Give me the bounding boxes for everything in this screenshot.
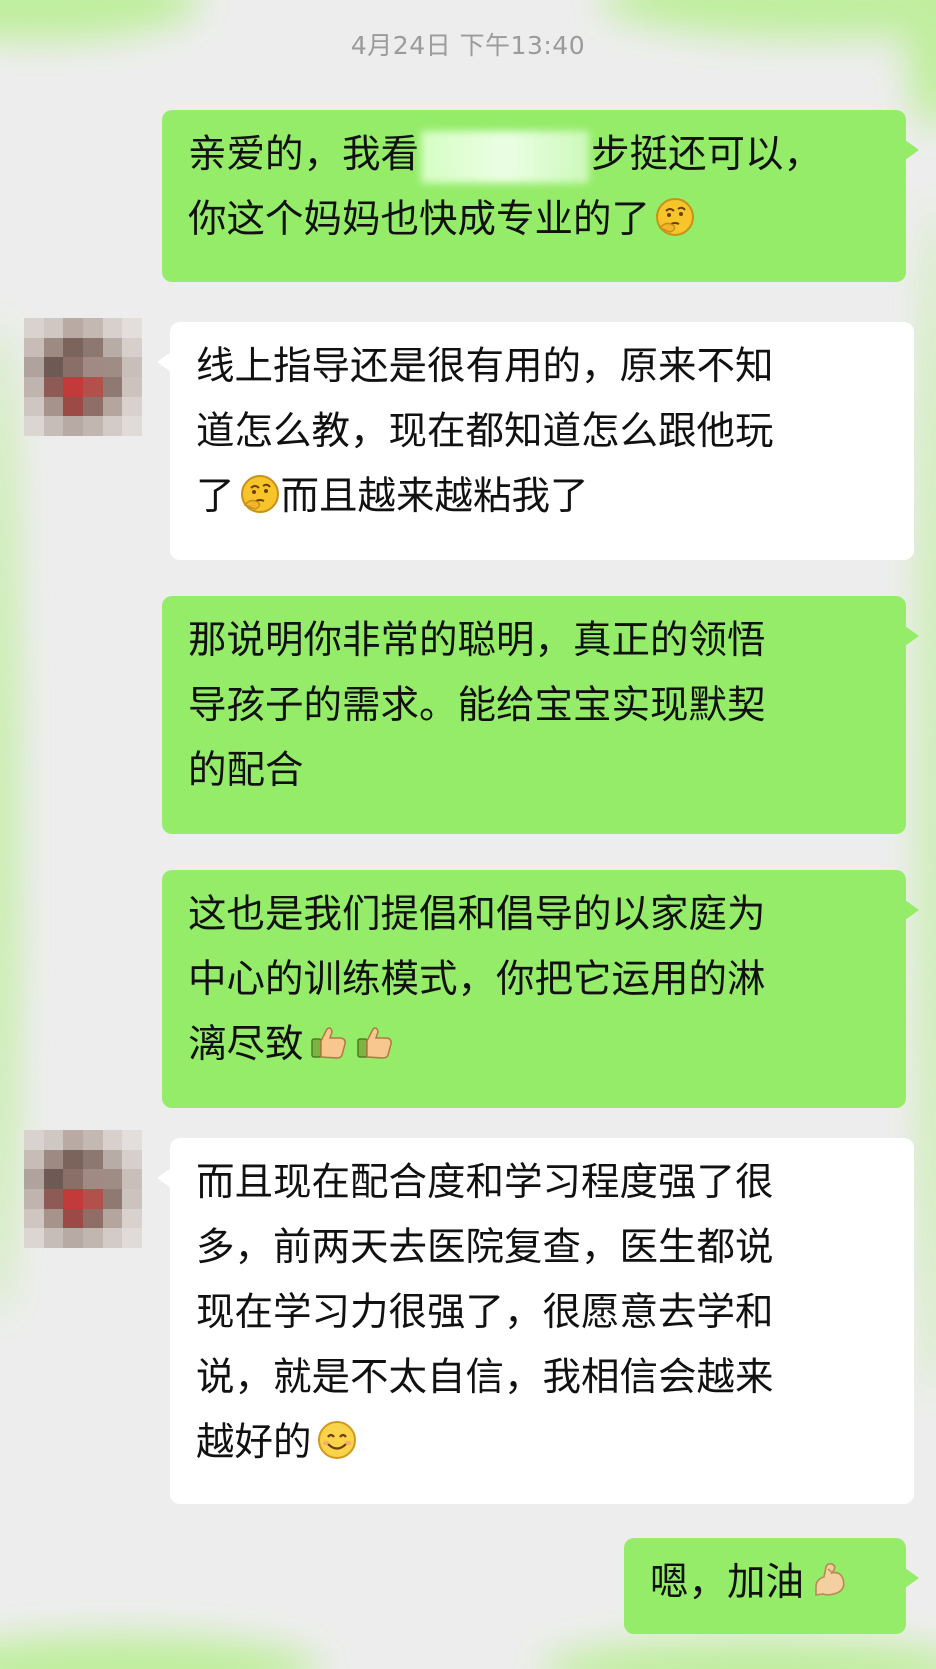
my-message-bubble[interactable]: 亲爱的，我看 步挺还可以， 你这个妈妈也快成专业的了 bbox=[162, 110, 919, 282]
message-line: 亲爱的，我看 步挺还可以， bbox=[188, 122, 886, 187]
contact-message-bubble[interactable]: 线上指导还是很有用的，原来不知 道怎么教，现在都知道怎么跟他玩 了而且越来越粘我… bbox=[157, 322, 914, 560]
message-line: 嗯，加油 bbox=[650, 1550, 886, 1615]
my-message-bubble[interactable]: 那说明你非常的聪明，真正的领悟 导孩子的需求。能给宝宝实现默契 的配合 bbox=[162, 596, 919, 834]
message-line: 你这个妈妈也快成专业的了 bbox=[188, 187, 886, 252]
redacted-text-blur bbox=[421, 130, 590, 183]
message-line: 了而且越来越粘我了 bbox=[196, 474, 589, 519]
contact-avatar[interactable] bbox=[24, 318, 142, 436]
my-message-bubble[interactable]: 这也是我们提倡和倡导的以家庭为 中心的训练模式，你把它运用的淋 漓尽致 bbox=[162, 870, 919, 1108]
message-line: 漓尽致 bbox=[188, 1012, 886, 1077]
my-message-bubble[interactable]: 嗯，加油 bbox=[624, 1538, 919, 1634]
thumbs-up-emoji-icon bbox=[310, 1027, 346, 1059]
thinking-emoji-icon bbox=[240, 475, 279, 513]
thinking-emoji-icon bbox=[656, 198, 695, 236]
message-timestamp: 4月24日 下午13:40 bbox=[350, 31, 586, 60]
contact-message-bubble[interactable]: 而且现在配合度和学习程度强了很 多，前两天去医院复查，医生都说 现在学习力很强了… bbox=[157, 1138, 914, 1504]
message-line: 越好的 bbox=[196, 1410, 894, 1475]
smile-emoji-icon bbox=[317, 1421, 356, 1459]
contact-avatar[interactable] bbox=[24, 1130, 142, 1248]
flexed-biceps-emoji-icon bbox=[815, 1563, 845, 1596]
thumbs-up-emoji-icon bbox=[356, 1027, 392, 1059]
